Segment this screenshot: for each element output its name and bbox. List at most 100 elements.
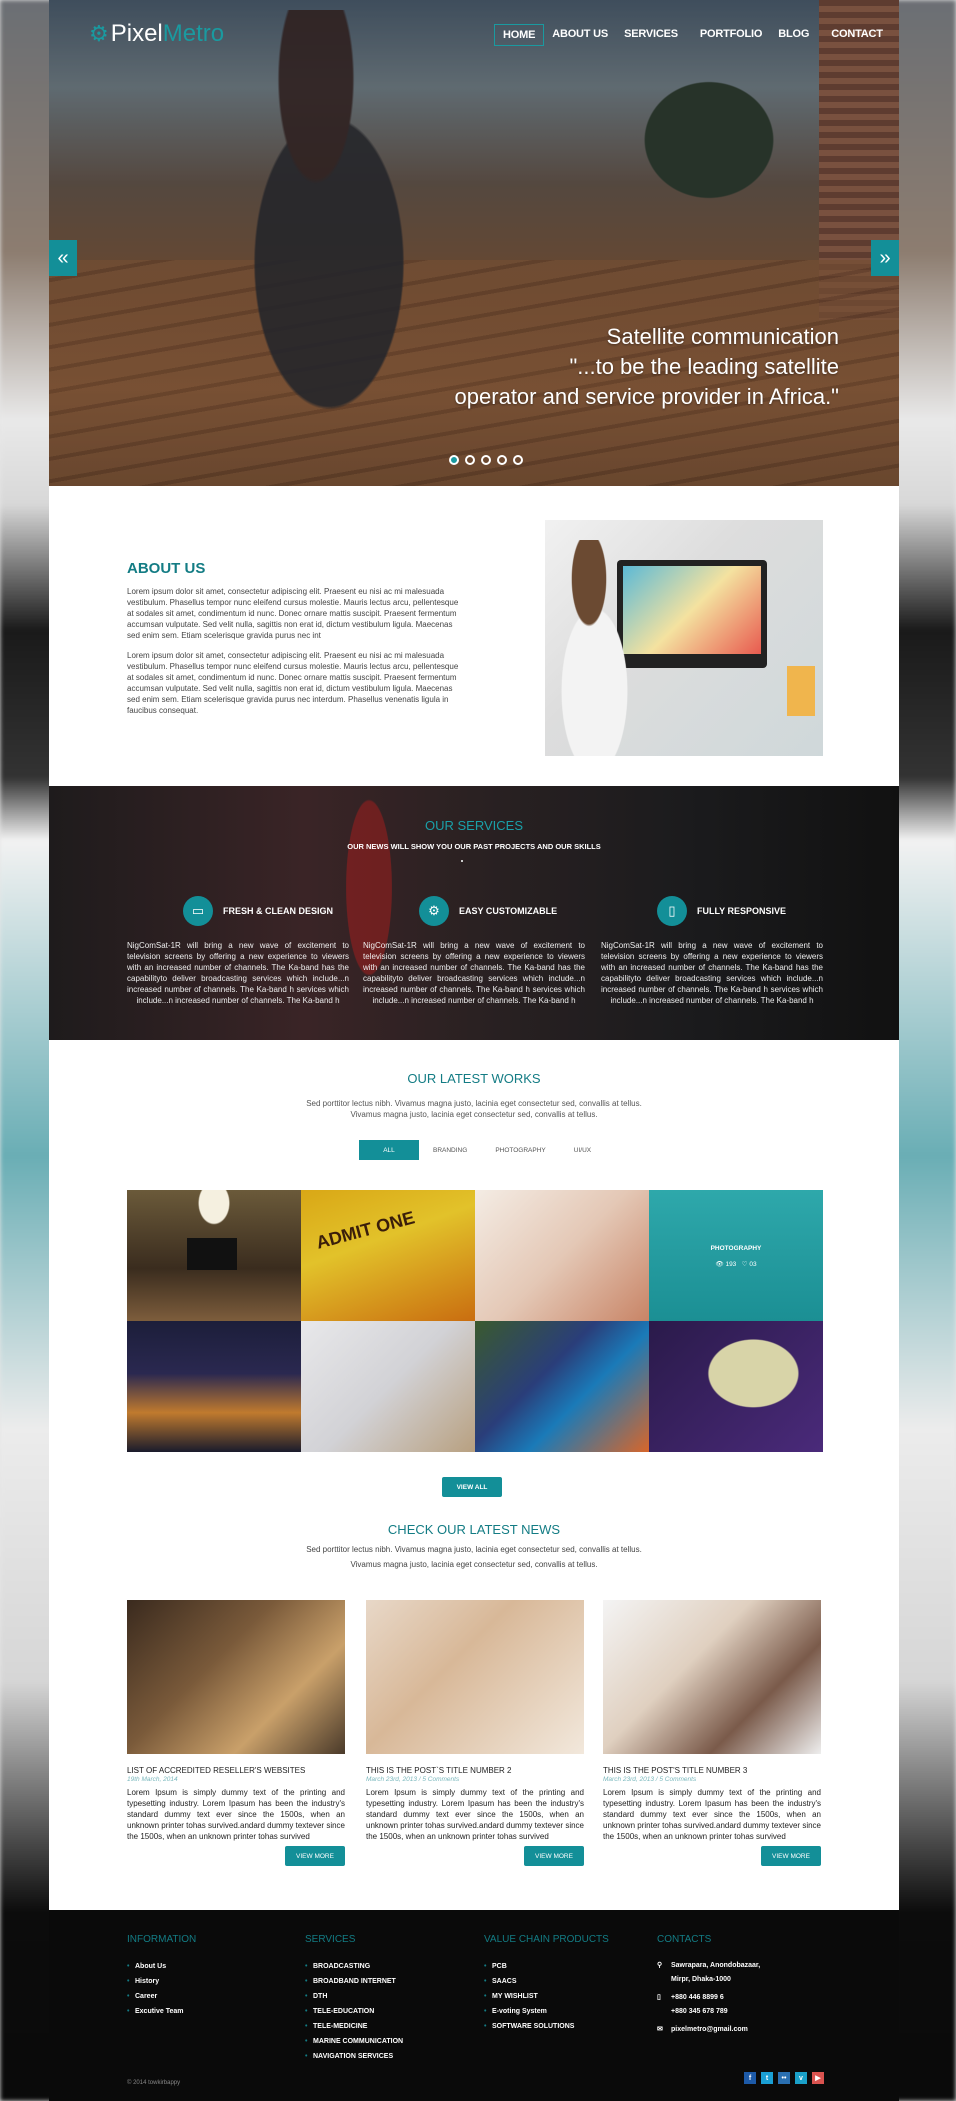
tablet-icon: ▯ (657, 896, 687, 926)
footer-link[interactable]: E-voting System (484, 2004, 609, 2019)
news-card: LIST OF ACCREDITED RESELLER'S WEBSITES 1… (127, 1600, 345, 1866)
nav-about-us[interactable]: ABOUT US (544, 24, 616, 46)
portfolio-item-masks[interactable] (649, 1321, 823, 1452)
social-links: f t •• v ▶ (744, 2072, 824, 2084)
slide-dot[interactable] (497, 455, 507, 465)
copyright: © 2014 towkirbappy (127, 2080, 181, 2086)
footer-link[interactable]: SOFTWARE SOLUTIONS (484, 2019, 609, 2034)
nav-contact[interactable]: CONTACT (823, 24, 891, 46)
service-item: ⚙ EASY CUSTOMIZABLE NigComSat-1R will br… (363, 896, 585, 1006)
portfolio-item-photography[interactable]: PHOTOGRAPHY 👁 193 ♡ 03 (649, 1190, 823, 1321)
prev-slide-button[interactable]: « (49, 240, 77, 276)
news-meta: March 23rd, 2013 / 5 Comments (603, 1776, 697, 1783)
footer-link[interactable]: BROADCASTING (305, 1959, 403, 1974)
view-more-button[interactable]: VIEW MORE (524, 1846, 584, 1866)
double-chevron-left-icon: « (57, 246, 69, 269)
views-count: 193 (725, 1261, 737, 1268)
filter-photography[interactable]: PHOTOGRAPHY (481, 1140, 559, 1160)
news-title[interactable]: THIS IS THE POST'S TITLE NUMBER 3 (603, 1766, 821, 1775)
slide-dot[interactable] (449, 455, 459, 465)
footer-link[interactable]: TELE-EDUCATION (305, 2004, 403, 2019)
footer-link[interactable]: MY WISHLIST (484, 1989, 609, 2004)
news-title[interactable]: THIS IS THE POST`S TITLE NUMBER 2 (366, 1766, 584, 1775)
footer-link[interactable]: BROADBAND INTERNET (305, 1974, 403, 1989)
news-image-desk[interactable] (366, 1600, 584, 1754)
flickr-icon[interactable]: •• (778, 2072, 790, 2084)
footer-link[interactable]: TELE-MEDICINE (305, 2019, 403, 2034)
portfolio-item-mannequin-hand[interactable] (301, 1321, 475, 1452)
news-meta: 19th March, 2014 (127, 1776, 178, 1783)
services-title: OUR SERVICES (424, 818, 523, 833)
service-item: ▭ FRESH & CLEAN DESIGN NigComSat-1R will… (127, 896, 349, 1006)
next-slide-button[interactable]: » (871, 240, 899, 276)
filter-branding[interactable]: BRANDING (419, 1140, 481, 1160)
portfolio-item-city-night[interactable] (127, 1321, 301, 1452)
about-title: ABOUT US (127, 560, 206, 577)
footer-link[interactable]: Career (127, 1989, 196, 2004)
hero-slider: ⚙ Pixel Metro HOME ABOUT US SERVICES PORT… (49, 0, 899, 486)
portfolio-item-home-theater[interactable] (127, 1190, 301, 1321)
view-all-button[interactable]: VIEW ALL (442, 1477, 502, 1497)
filter-ui-ux[interactable]: UI/UX (560, 1140, 605, 1160)
footer-link[interactable]: PCB (484, 1959, 609, 1974)
footer-link[interactable]: DTH (305, 1989, 403, 2004)
slide-dot[interactable] (481, 455, 491, 465)
portfolio-item-hand-drawing[interactable] (475, 1190, 649, 1321)
gear-icon: ⚙ (89, 21, 109, 46)
portfolio-item-fish[interactable] (475, 1321, 649, 1452)
nav-blog[interactable]: BLOG (770, 24, 817, 46)
twitter-icon[interactable]: t (761, 2072, 773, 2084)
vimeo-icon[interactable]: v (795, 2072, 807, 2084)
portfolio-item-admit-one[interactable] (301, 1190, 475, 1321)
eye-icon: 👁 (715, 1261, 724, 1268)
view-more-button[interactable]: VIEW MORE (285, 1846, 345, 1866)
contact-phone: ▯ +880 446 8899 6 +880 345 678 789 (657, 1991, 760, 2019)
news-title[interactable]: LIST OF ACCREDITED RESELLER'S WEBSITES (127, 1766, 345, 1775)
portfolio-overlay-category: PHOTOGRAPHY (710, 1245, 762, 1252)
news-excerpt: Lorem Ipsum is simply dummy text of the … (603, 1788, 821, 1841)
service-item: ▯ FULLY RESPONSIVE NigComSat-1R will bri… (601, 896, 823, 1006)
view-more-button[interactable]: VIEW MORE (761, 1846, 821, 1866)
nav-home[interactable]: HOME (494, 24, 545, 46)
about-image (545, 520, 823, 756)
slide-dot[interactable] (513, 455, 523, 465)
logo[interactable]: ⚙ Pixel Metro (89, 20, 224, 48)
main-nav: HOME ABOUT US SERVICES PORTFOLIO BLOG CO… (494, 24, 891, 46)
news-image-laptop[interactable] (127, 1600, 345, 1754)
footer-link[interactable]: History (127, 1974, 196, 1989)
footer-link[interactable]: SAACS (484, 1974, 609, 1989)
footer-link[interactable]: NAVIGATION SERVICES (305, 2049, 403, 2064)
services-section: OUR SERVICES OUR NEWS WILL SHOW YOU OUR … (49, 786, 899, 1040)
news-image-team[interactable] (603, 1600, 821, 1754)
slide-dot[interactable] (465, 455, 475, 465)
slider-pagination (449, 455, 523, 465)
gear-icon: ⚙ (419, 896, 449, 926)
footer-services: SERVICES BROADCASTING BROADBAND INTERNET… (305, 1934, 403, 2064)
news-description: Sed porttitor lectus nibh. Vivamus magna… (306, 1545, 642, 1569)
works-description: Sed porttitor lectus nibh. Vivamus magna… (306, 1099, 642, 1119)
news-card: THIS IS THE POST`S TITLE NUMBER 2 March … (366, 1600, 584, 1866)
filter-all[interactable]: ALL (359, 1140, 419, 1160)
portfolio-grid: PHOTOGRAPHY 👁 193 ♡ 03 (127, 1190, 823, 1452)
about-paragraph: Lorem ipsum dolor sit amet, consectetur … (127, 651, 459, 715)
hero-caption: Satellite communication "...to be the le… (454, 324, 839, 409)
monitor-icon: ▭ (183, 896, 213, 926)
news-meta: March 23rd, 2013 / 5 Comments (366, 1776, 460, 1783)
contact-email: ✉ pixelmetro@gmail.com (657, 2023, 760, 2037)
footer-contacts: CONTACTS ⚲ Sawrapara, Anondobazaar, Mirpr… (657, 1934, 760, 2041)
heart-icon: ♡ (741, 1261, 748, 1268)
nav-services[interactable]: SERVICES (616, 24, 686, 46)
nav-portfolio[interactable]: PORTFOLIO (692, 24, 770, 46)
facebook-icon[interactable]: f (744, 2072, 756, 2084)
about-section: ABOUT US Lorem ipsum dolor sit amet, con… (49, 486, 899, 786)
footer-link[interactable]: Excutive Team (127, 2004, 196, 2019)
likes-count: 03 (749, 1261, 757, 1268)
works-title: OUR LATEST WORKS (407, 1071, 541, 1086)
footer: INFORMATION About Us History Career Excu… (49, 1910, 899, 2101)
footer-link[interactable]: MARINE COMMUNICATION (305, 2034, 403, 2049)
map-pin-icon: ⚲ (657, 1962, 663, 1969)
about-paragraph: Lorem ipsum dolor sit amet, consectetur … (127, 587, 459, 640)
contact-address: ⚲ Sawrapara, Anondobazaar, Mirpr, Dhaka-1… (657, 1959, 760, 1987)
footer-link[interactable]: About Us (127, 1959, 196, 1974)
youtube-icon[interactable]: ▶ (812, 2072, 824, 2084)
